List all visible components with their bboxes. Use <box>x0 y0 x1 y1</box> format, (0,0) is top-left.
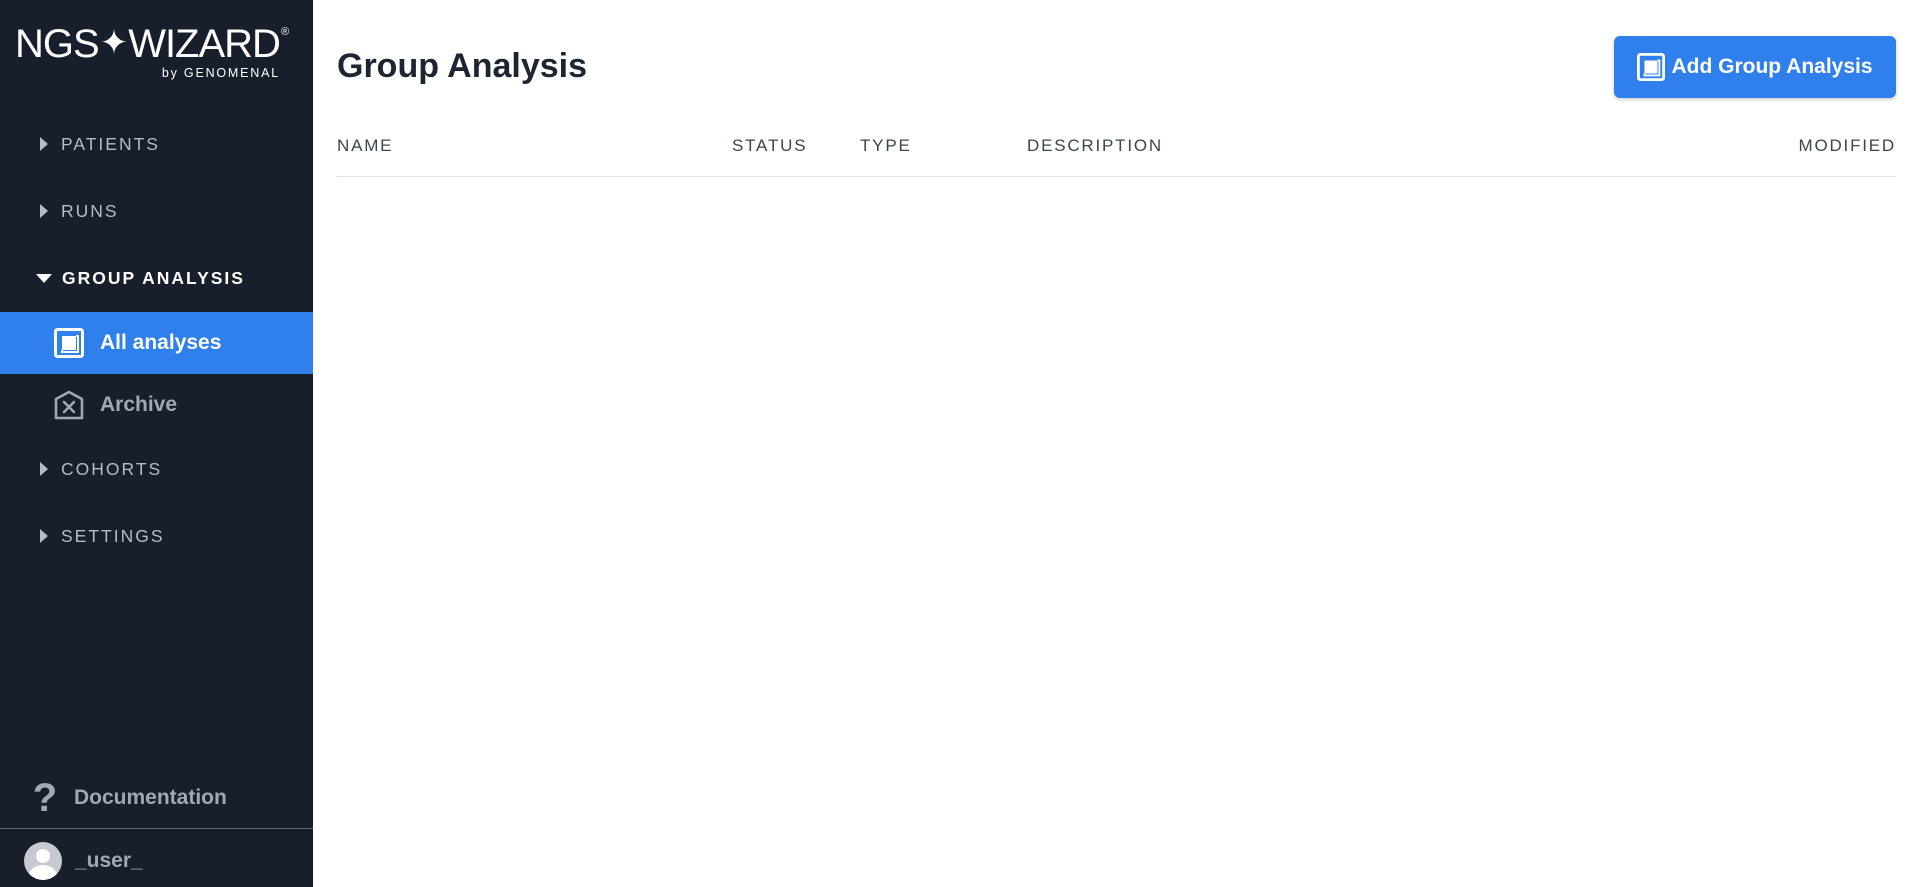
sidebar-item-archive[interactable]: Archive <box>0 374 313 436</box>
nav-section-label: GROUP ANALYSIS <box>62 267 245 288</box>
nav-section-label: RUNS <box>61 200 119 221</box>
all-analyses-icon <box>54 328 84 358</box>
add-group-analysis-button[interactable]: Add Group Analysis <box>1614 36 1896 98</box>
brand-logo[interactable]: NGS✦WIZARD® by GENOMENAL <box>15 22 300 82</box>
sidebar-item-label: Archive <box>100 393 178 416</box>
sidebar-divider <box>0 828 313 829</box>
table-header: NAME STATUS TYPE DESCRIPTION MODIFIED <box>337 126 1896 177</box>
nav-section-label: COHORTS <box>61 458 163 479</box>
page-title: Group Analysis <box>337 47 588 85</box>
nav-section-group-analysis[interactable]: GROUP ANALYSIS <box>0 258 313 298</box>
caret-right-icon <box>40 462 48 476</box>
user-name: _user_ <box>75 849 143 872</box>
column-header-name[interactable]: NAME <box>337 136 393 156</box>
all-analyses-icon <box>1637 53 1666 81</box>
logo-byline: by GENOMENAL <box>161 66 280 80</box>
nav-section-patients[interactable]: PATIENTS <box>0 124 313 164</box>
sidebar-item-label: All analyses <box>100 331 222 354</box>
nav-section-settings[interactable]: SETTINGS <box>0 516 313 556</box>
question-mark-icon: ? <box>32 776 58 820</box>
user-avatar-icon <box>24 842 62 880</box>
documentation-link[interactable]: ? Documentation <box>0 770 313 826</box>
nav-section-runs[interactable]: RUNS <box>0 191 313 231</box>
sidebar: NGS✦WIZARD® by GENOMENAL PATIENTS RUNS G… <box>0 0 313 887</box>
caret-right-icon <box>40 137 48 151</box>
column-header-modified[interactable]: MODIFIED <box>1798 136 1896 156</box>
main-content: Group Analysis Add Group Analysis NAME S… <box>313 0 1919 887</box>
user-menu[interactable]: _user_ <box>0 836 313 886</box>
caret-down-icon <box>36 273 52 283</box>
column-header-status[interactable]: STATUS <box>732 136 807 156</box>
archive-icon <box>54 390 84 420</box>
column-header-type[interactable]: TYPE <box>860 136 912 156</box>
add-group-analysis-label: Add Group Analysis <box>1671 55 1873 78</box>
sidebar-item-all-analyses[interactable]: All analyses <box>0 312 313 374</box>
caret-right-icon <box>40 529 48 543</box>
nav-section-label: PATIENTS <box>61 133 160 154</box>
app-root: NGS✦WIZARD® by GENOMENAL PATIENTS RUNS G… <box>0 0 1919 887</box>
caret-right-icon <box>40 204 48 218</box>
nav-section-cohorts[interactable]: COHORTS <box>0 449 313 489</box>
nav-section-label: SETTINGS <box>61 525 165 546</box>
documentation-label: Documentation <box>74 786 227 809</box>
column-header-description[interactable]: DESCRIPTION <box>1027 136 1163 156</box>
